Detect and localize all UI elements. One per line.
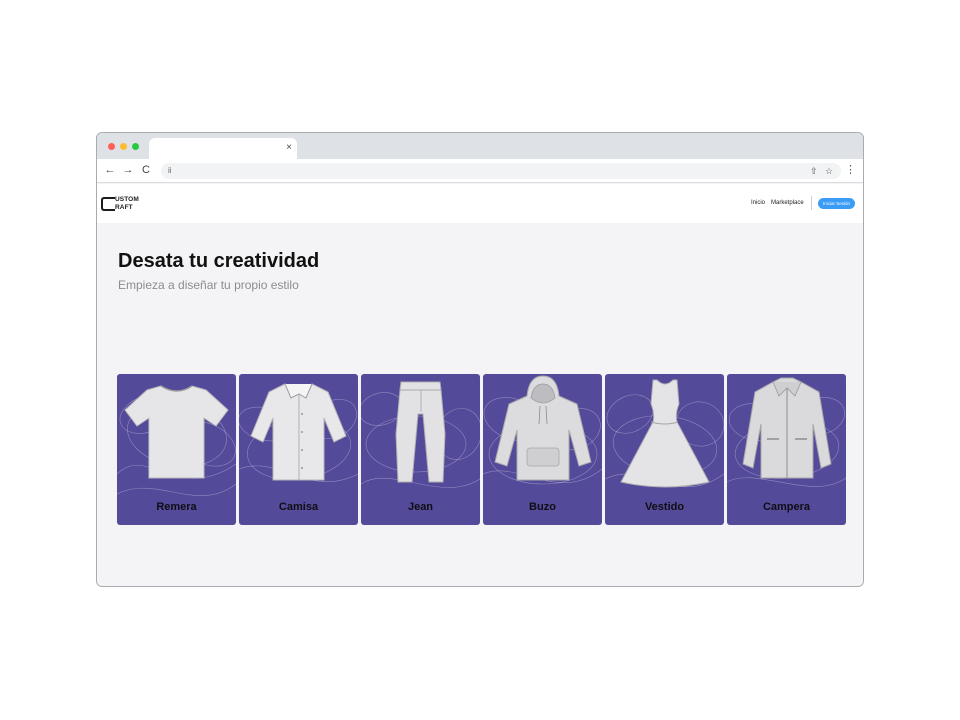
jacket-icon (742, 377, 832, 479)
site-info-icon[interactable]: ii (168, 165, 172, 177)
product-card-jean[interactable]: Jean (361, 374, 480, 525)
close-window-button[interactable] (108, 143, 115, 150)
login-button[interactable]: Iniciar Sesión (818, 198, 855, 209)
maximize-window-button[interactable] (132, 143, 139, 150)
browser-window: × ← → C ii ⇧ ☆ ⋮ USTOM RAFT Inicio Marke… (96, 132, 864, 587)
card-label-jean: Jean (407, 501, 434, 513)
nav-link-marketplace[interactable]: Marketplace (771, 199, 804, 207)
card-label-camisa: Camisa (278, 501, 319, 513)
product-card-camisa[interactable]: Camisa (239, 374, 358, 525)
browser-toolbar: ← → C ii ⇧ ☆ ⋮ (97, 159, 863, 183)
back-icon[interactable]: ← (103, 163, 117, 177)
card-label-vestido: Vestido (644, 501, 685, 513)
shirt-icon (250, 383, 347, 481)
product-card-buzo[interactable]: Buzo (483, 374, 602, 525)
nav-link-inicio[interactable]: Inicio (751, 199, 765, 207)
nav-divider (811, 196, 812, 210)
hero-subtitle: Empieza a diseñar tu propio estilo (118, 278, 299, 292)
reload-icon[interactable]: C (139, 163, 153, 177)
minimize-window-button[interactable] (120, 143, 127, 150)
dress-icon (620, 379, 710, 488)
browser-menu-icon[interactable]: ⋮ (845, 163, 856, 177)
product-card-remera[interactable]: Remera (117, 374, 236, 525)
logo-text-line2: RAFT (115, 204, 133, 211)
tshirt-icon (124, 385, 229, 479)
product-cards: Remera Camisa Jean Buzo Vestido Campera (117, 374, 846, 525)
tab-bar: × (97, 133, 863, 159)
card-label-buzo: Buzo (529, 501, 556, 513)
card-label-remera: Remera (156, 501, 197, 513)
logo-text-line1: USTOM (115, 196, 139, 203)
hoodie-icon (494, 375, 592, 481)
share-icon[interactable]: ⇧ (810, 165, 818, 177)
card-label-campera: Campera (762, 501, 811, 513)
customcraft-logo[interactable]: USTOM RAFT (101, 196, 145, 212)
hero-title: Desata tu creatividad (118, 250, 320, 272)
jeans-icon (395, 381, 446, 483)
forward-icon[interactable]: → (121, 163, 135, 177)
page-content: USTOM RAFT Inicio Marketplace Iniciar Se… (97, 184, 863, 586)
address-bar[interactable]: ii ⇧ ☆ (161, 163, 841, 179)
product-card-campera[interactable]: Campera (727, 374, 846, 525)
logo-c-mark (101, 197, 115, 211)
tab-close-icon[interactable]: × (286, 142, 292, 154)
product-card-vestido[interactable]: Vestido (605, 374, 724, 525)
site-navbar: USTOM RAFT Inicio Marketplace Iniciar Se… (97, 184, 863, 223)
browser-tab[interactable]: × (149, 138, 297, 159)
bookmark-star-icon[interactable]: ☆ (825, 165, 833, 177)
